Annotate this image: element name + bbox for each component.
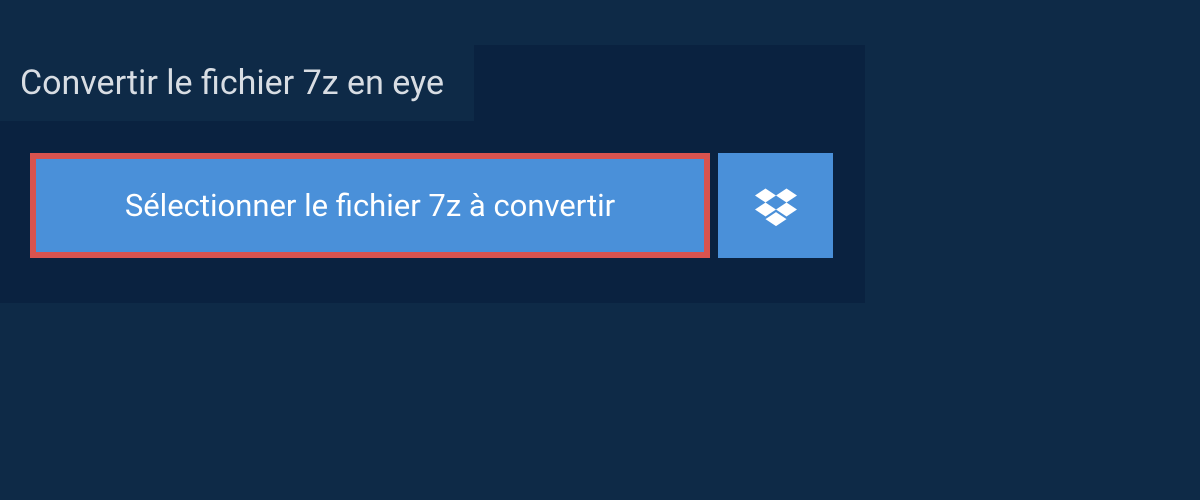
main-container: Convertir le fichier 7z en eye Sélection… (0, 0, 1200, 303)
page-title: Convertir le fichier 7z en eye (0, 45, 474, 121)
select-file-label: Sélectionner le fichier 7z à convertir (125, 187, 615, 224)
dropbox-icon (755, 185, 797, 227)
select-file-button[interactable]: Sélectionner le fichier 7z à convertir (30, 153, 710, 258)
converter-panel: Convertir le fichier 7z en eye Sélection… (0, 45, 865, 303)
button-row: Sélectionner le fichier 7z à convertir (0, 121, 865, 303)
dropbox-button[interactable] (718, 153, 833, 258)
